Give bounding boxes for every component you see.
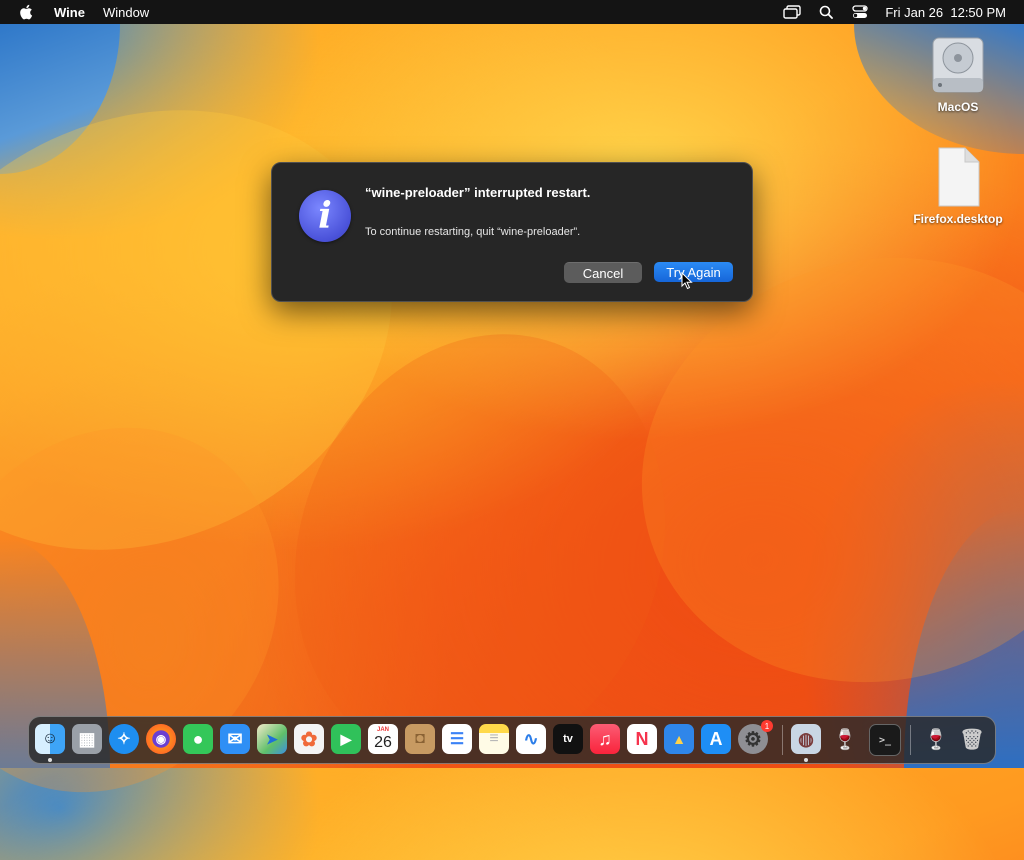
trash-icon[interactable]: 🗑 (957, 724, 987, 754)
dialog-title: “wine-preloader” interrupted restart. (365, 185, 591, 200)
control-center-icon[interactable] (851, 4, 869, 20)
apple-tv-icon[interactable]: tv (553, 724, 583, 754)
desktop-item-macos[interactable]: MacOS (908, 34, 1008, 114)
mail-icon[interactable]: ✉ (220, 724, 250, 754)
freeform-icon[interactable]: ∿ (516, 724, 546, 754)
mouse-pointer-icon (681, 271, 693, 290)
messages-icon[interactable]: ● (183, 724, 213, 754)
reminders-icon[interactable]: ☰ (442, 724, 472, 754)
screen-mirroring-icon[interactable] (783, 4, 802, 20)
dock-separator (910, 725, 911, 755)
firefox-icon[interactable]: ◉ (146, 724, 176, 754)
desktop-item-firefox-desktop[interactable]: Firefox.desktop (908, 146, 1008, 226)
maps-icon[interactable]: ➤ (257, 724, 287, 754)
document-icon (935, 146, 981, 208)
hard-drive-icon (929, 34, 987, 96)
app-store-icon[interactable]: A (701, 724, 731, 754)
apple-logo-icon[interactable] (18, 4, 34, 20)
desktop-item-label: MacOS (937, 100, 979, 114)
calendar-icon[interactable]: JAN 26 (368, 724, 398, 754)
music-icon[interactable]: ♫ (590, 724, 620, 754)
try-again-button[interactable]: Try Again (654, 262, 733, 282)
wine-icon-2[interactable]: 🍷 (921, 724, 951, 754)
launchpad-icon[interactable]: ▦ (72, 724, 102, 754)
spotlight-search-icon[interactable] (817, 4, 835, 20)
dock-separator (782, 725, 783, 755)
photos-icon[interactable]: ✿ (294, 724, 324, 754)
wallpaper-blue-top-left (0, 24, 120, 174)
wine-installer-icon[interactable]: ◍ (791, 724, 821, 754)
facetime-icon[interactable]: ▶ (331, 724, 361, 754)
running-indicator (804, 758, 808, 762)
menu-bar: Wine Window Fri Jan 26 12:50 PM (0, 0, 1024, 24)
contacts-icon[interactable]: ◘ (405, 724, 435, 754)
dock: ☺ ▦ ✧ ◉ ● ✉ ➤ ✿ ▶ JAN 26 ◘ ☰ ≡ ∿ tv ♫ N … (28, 716, 996, 764)
safari-icon[interactable]: ✧ (109, 724, 139, 754)
menu-app-name[interactable]: Wine (54, 5, 85, 20)
cancel-button[interactable]: Cancel (564, 262, 642, 283)
info-icon: i (299, 190, 351, 242)
running-indicator (48, 758, 52, 762)
desktop-item-label: Firefox.desktop (913, 212, 1003, 226)
terminal-icon[interactable]: >_ (869, 724, 901, 756)
dialog-message: To continue restarting, quit “wine-prelo… (365, 226, 581, 238)
wine-icon[interactable]: 🍷 (830, 724, 860, 754)
menu-datetime[interactable]: Fri Jan 26 12:50 PM (885, 5, 1006, 20)
keynote-icon[interactable]: ▲ (664, 724, 694, 754)
news-icon[interactable]: N (627, 724, 657, 754)
finder-icon[interactable]: ☺ (35, 724, 65, 754)
notes-icon[interactable]: ≡ (479, 724, 509, 754)
notification-badge: 1 (761, 720, 773, 732)
menu-window[interactable]: Window (103, 5, 149, 20)
